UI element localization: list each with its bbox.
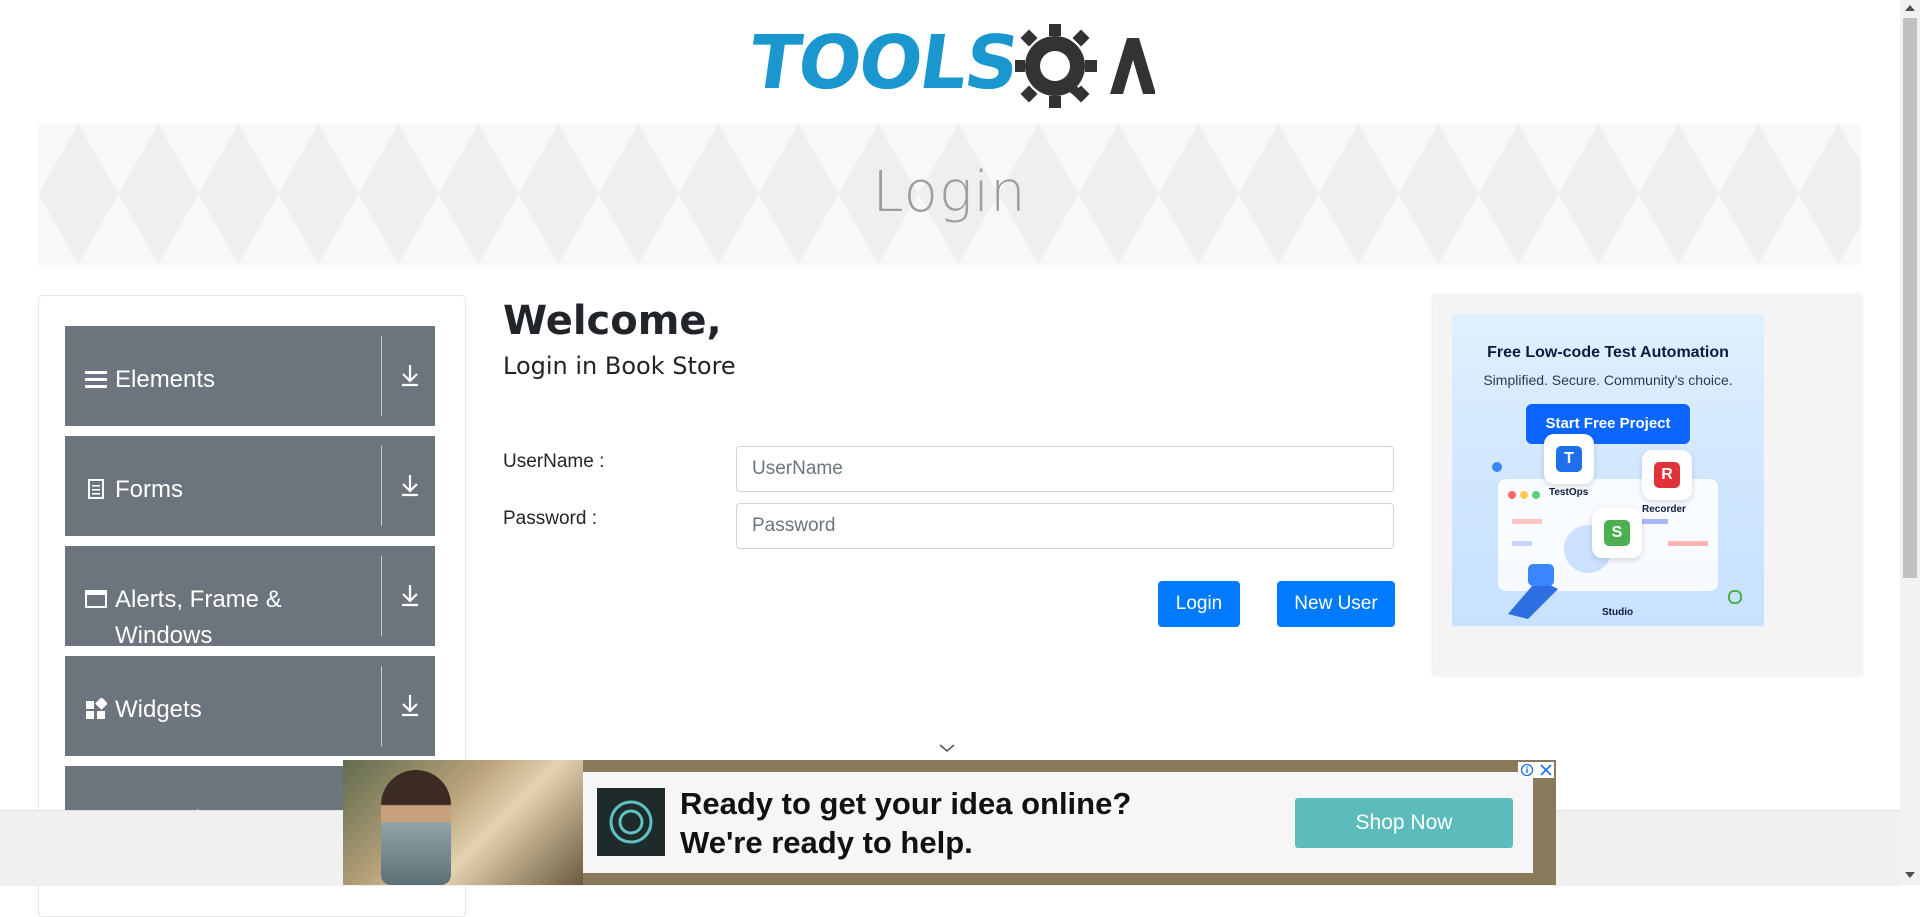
welcome-heading: Welcome,	[503, 298, 722, 344]
download-arrow-icon[interactable]	[395, 470, 425, 500]
ad-headline: Ready to get your idea online? We're rea…	[680, 786, 1132, 860]
studio-tile: S	[1592, 508, 1642, 558]
testops-tile: T	[1544, 434, 1594, 484]
download-arrow-icon[interactable]	[395, 690, 425, 720]
testops-label: TestOps	[1549, 487, 1589, 498]
sidebar-group-widgets[interactable]: Widgets	[65, 656, 435, 756]
ad-brand-logo	[597, 788, 665, 856]
decor-dot	[1492, 462, 1502, 472]
window-icon	[85, 590, 107, 608]
password-label: Password :	[503, 508, 597, 529]
password-input[interactable]	[736, 503, 1394, 549]
ad-subtitle: Simplified. Secure. Community's choice.	[1483, 372, 1733, 388]
sidebar-group-elements[interactable]: Elements	[65, 326, 435, 426]
scroll-down-arrow[interactable]	[1905, 872, 1915, 878]
chevron-down-icon[interactable]	[938, 742, 956, 754]
page-title: Login	[872, 160, 1027, 225]
shop-now-button[interactable]: Shop Now	[1295, 798, 1513, 848]
sidebar-group-label: Elements	[115, 366, 216, 393]
ad-content: Ready to get your idea online? We're rea…	[583, 772, 1533, 873]
page-banner: Login	[38, 124, 1861, 265]
toolsqa-logo[interactable]: TOOLS QA	[744, 18, 1155, 114]
divider	[381, 666, 382, 746]
right-ad-banner[interactable]: Free Low-code Test Automation Simplified…	[1452, 314, 1764, 626]
page-scrollbar[interactable]	[1900, 0, 1920, 885]
recorder-label: Recorder	[1642, 504, 1686, 515]
adchoices-close-icon[interactable]	[1518, 762, 1554, 778]
logo-gear-qa-icon: QA	[1015, 24, 1155, 108]
sidebar-group-label: Forms	[115, 476, 183, 503]
studio-label: Studio	[1602, 607, 1634, 618]
sidebar-group-label: Alerts, Frame & Windows	[115, 586, 282, 649]
sidebar-group-alerts-frame-windows[interactable]: Alerts, Frame & Windows	[65, 546, 435, 649]
ad-photo	[343, 760, 583, 885]
widgets-icon	[86, 698, 107, 719]
logo-text: TOOLS	[743, 20, 1023, 106]
new-user-button[interactable]: New User	[1277, 581, 1395, 627]
divider	[381, 446, 382, 526]
divider	[381, 336, 382, 416]
ad-person-image	[381, 770, 451, 885]
document-icon	[88, 479, 104, 499]
username-label: UserName :	[503, 451, 605, 472]
login-subheading: Login in Book Store	[503, 352, 736, 380]
login-button[interactable]: Login	[1158, 581, 1240, 627]
ad-title: Free Low-code Test Automation	[1487, 344, 1729, 361]
scrollbar-thumb[interactable]	[1903, 18, 1917, 578]
sidebar-group-forms[interactable]: Forms	[65, 436, 435, 536]
decor-ring	[1728, 590, 1742, 604]
download-arrow-icon[interactable]	[395, 580, 425, 610]
download-arrow-icon[interactable]	[395, 360, 425, 390]
username-input[interactable]	[736, 446, 1394, 492]
divider	[381, 556, 382, 636]
sidebar-group-label: Widgets	[115, 696, 202, 723]
bottom-ad-banner[interactable]: Ready to get your idea online? We're rea…	[343, 760, 1556, 885]
hamburger-icon	[85, 371, 107, 388]
spiral-logo-icon	[609, 800, 653, 844]
recorder-tile: R	[1642, 450, 1692, 500]
scroll-up-arrow[interactable]	[1905, 5, 1915, 11]
